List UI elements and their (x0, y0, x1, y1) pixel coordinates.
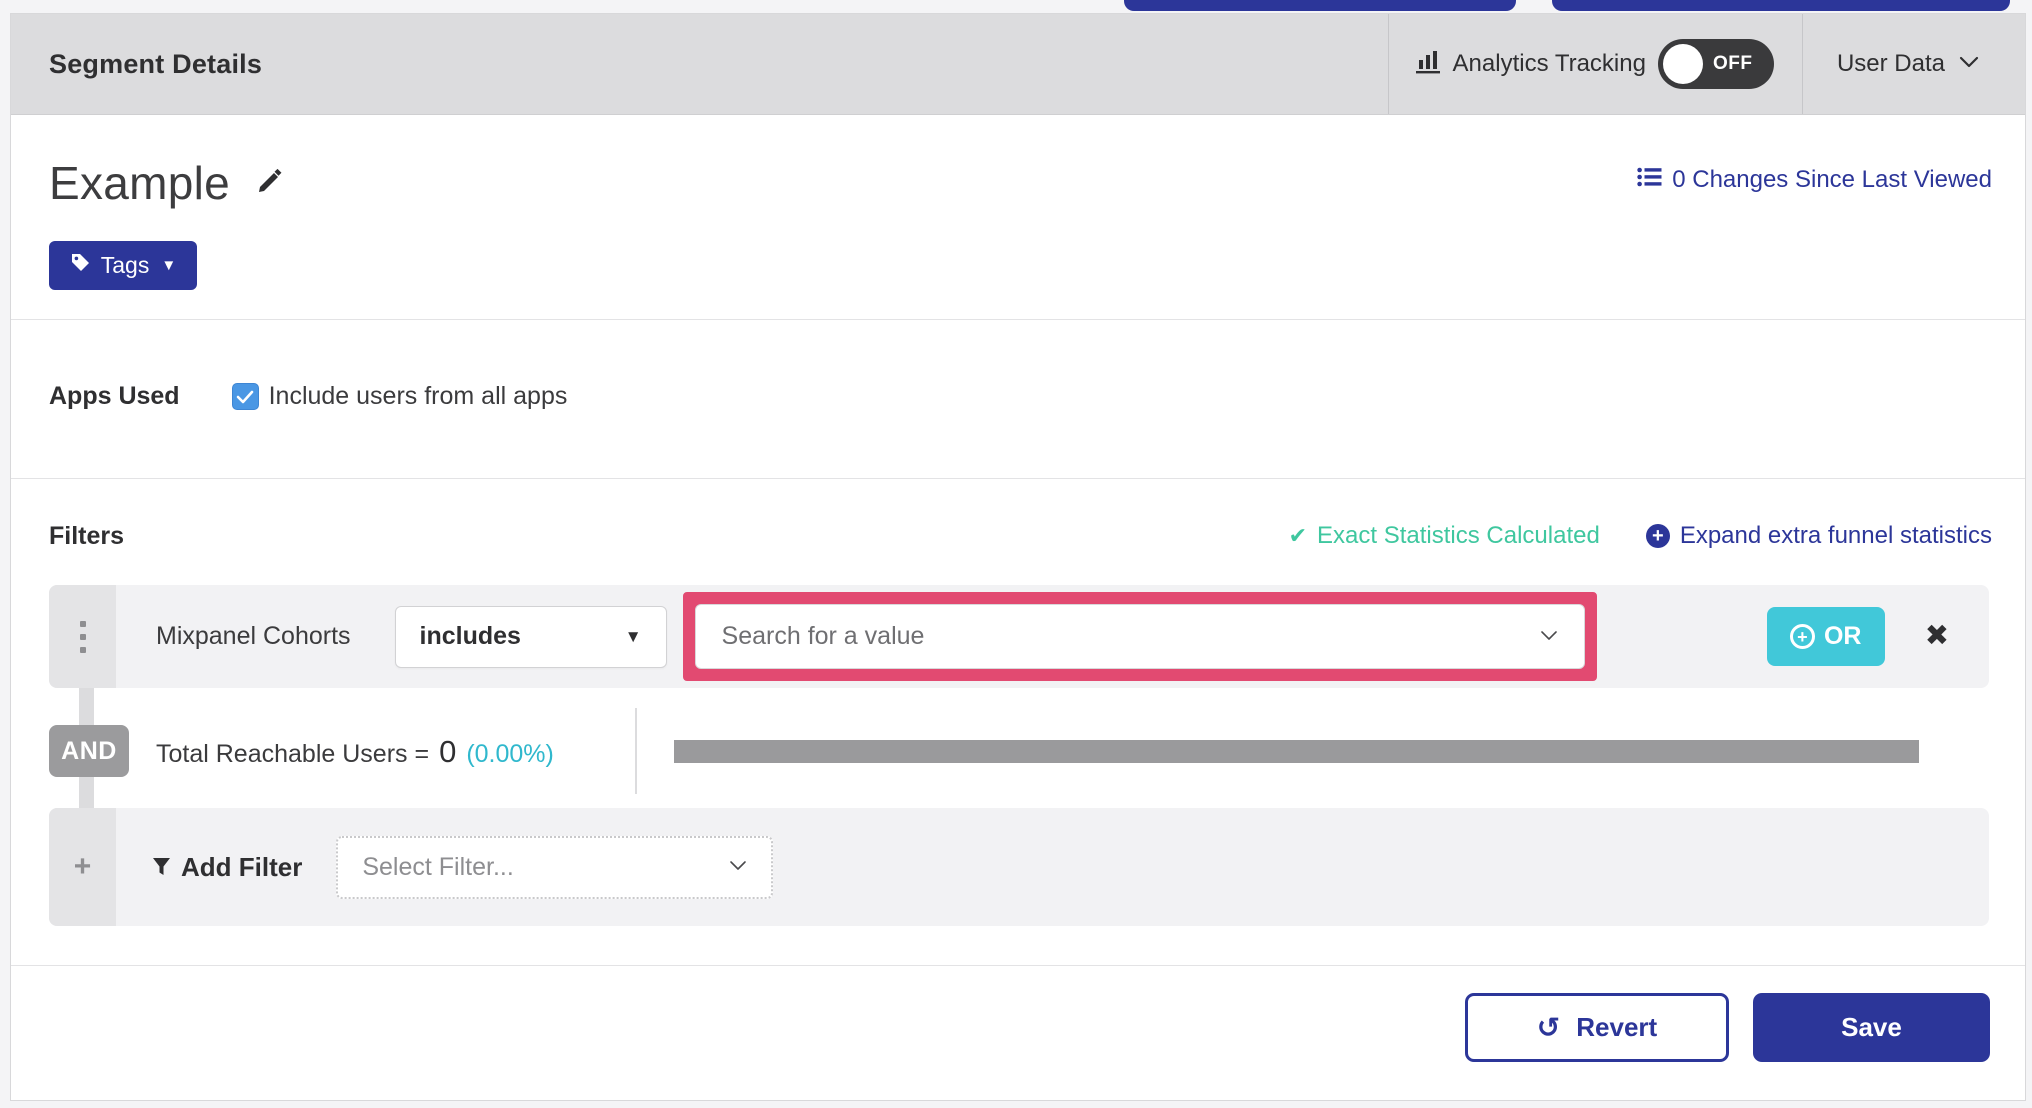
filters-stats-links: ✔ Exact Statistics Calculated + Expand e… (1289, 522, 1992, 550)
add-filter-plus-column[interactable]: + (49, 808, 116, 926)
changelog-list-icon (1637, 166, 1662, 194)
check-icon: ✔ (1288, 523, 1308, 548)
header-right-group: Analytics Tracking OFF User Data (1387, 14, 2025, 114)
user-data-label: User Data (1836, 50, 1945, 77)
analytics-tracking-label: Analytics Tracking (1452, 50, 1646, 77)
revert-icon: ↺ (1536, 1011, 1561, 1043)
caret-down-icon: ▼ (624, 626, 642, 646)
page-title: Segment Details (49, 48, 263, 79)
highlight-outline: Search for a value (682, 592, 1597, 681)
filter-value-select[interactable]: Search for a value (694, 604, 1585, 669)
value-select-placeholder: Search for a value (721, 622, 925, 650)
add-or-condition-button[interactable]: + OR (1766, 607, 1885, 666)
toggle-state-label: OFF (1712, 53, 1753, 74)
changes-link-label: 0 Changes Since Last Viewed (1672, 166, 1992, 193)
reachable-users-bar (674, 740, 1919, 763)
expand-funnel-statistics-link[interactable]: + Expand extra funnel statistics (1645, 522, 1992, 550)
save-button[interactable]: Save (1753, 993, 1990, 1062)
select-filter-dropdown[interactable]: Select Filter... (336, 835, 774, 899)
or-button-label: OR (1823, 622, 1862, 650)
revert-button-label: Revert (1576, 1012, 1658, 1042)
filter-operator-select[interactable]: includes ▼ (394, 605, 667, 668)
apps-used-label: Apps Used (49, 382, 180, 410)
expand-funnel-label: Expand extra funnel statistics (1679, 522, 1992, 549)
total-reachable-row: Total Reachable Users = 0 (0.00%) (156, 734, 554, 770)
edit-pencil-icon[interactable] (254, 165, 286, 202)
analytics-tracking-toggle[interactable]: OFF (1657, 39, 1774, 89)
segment-details-card: Segment Details Analytics Tracking OFF U… (10, 13, 2026, 1101)
operator-value: includes (419, 622, 521, 650)
filter-field-label: Mixpanel Cohorts (156, 622, 351, 650)
funnel-icon (152, 852, 171, 883)
select-filter-placeholder: Select Filter... (362, 852, 514, 881)
segment-name-row: Example (49, 156, 286, 210)
total-reachable-label: Total Reachable Users = (156, 740, 430, 768)
segment-name: Example (49, 157, 231, 209)
add-filter-row: + Add Filter Select Filter... (49, 808, 1989, 926)
footer-divider (11, 965, 2025, 966)
top-cut-button-left[interactable] (1124, 0, 1516, 11)
apps-used-row: Apps Used Include users from all apps (49, 382, 567, 411)
bar-chart-icon (1415, 50, 1441, 79)
toggle-knob (1662, 44, 1703, 84)
tag-icon (70, 252, 91, 279)
include-all-apps-checkbox[interactable] (231, 383, 259, 410)
chevron-down-icon (729, 858, 747, 876)
plus-circle-icon: + (1645, 524, 1670, 548)
plus-circle-icon: + (1789, 624, 1815, 649)
chevron-down-icon (1540, 628, 1558, 646)
drag-dots-icon (79, 620, 86, 653)
segment-details-header: Segment Details Analytics Tracking OFF U… (11, 14, 2025, 115)
changes-since-last-viewed-link[interactable]: 0 Changes Since Last Viewed (1637, 166, 1992, 194)
tags-button-label: Tags (100, 252, 150, 278)
section-divider (11, 319, 2025, 320)
exact-statistics-status: ✔ Exact Statistics Calculated (1289, 522, 1600, 550)
tags-button[interactable]: Tags ▼ (49, 241, 197, 290)
chevron-down-icon (1959, 55, 1979, 73)
user-data-dropdown[interactable]: User Data (1803, 14, 2025, 114)
add-filter-label: Add Filter (181, 851, 303, 882)
top-cut-button-right[interactable] (1552, 0, 2010, 11)
filter-drag-handle[interactable] (49, 585, 116, 688)
total-reachable-percent: (0.00%) (466, 740, 554, 768)
remove-filter-icon[interactable]: ✖ (1925, 622, 1949, 651)
filters-title: Filters (49, 522, 125, 550)
caret-down-icon: ▼ (161, 257, 177, 274)
analytics-tracking-control: Analytics Tracking OFF (1389, 14, 1802, 114)
filter-row: Mixpanel Cohorts includes ▼ Search for a… (49, 585, 1989, 688)
include-all-apps-label: Include users from all apps (268, 382, 568, 410)
section-divider (11, 478, 2025, 479)
revert-button[interactable]: ↺ Revert (1465, 993, 1729, 1062)
total-row-divider (635, 708, 637, 794)
and-badge: AND (49, 725, 129, 777)
exact-statistics-label: Exact Statistics Calculated (1317, 522, 1600, 549)
total-reachable-value: 0 (439, 734, 457, 769)
add-filter-label-group: Add Filter (152, 852, 302, 883)
